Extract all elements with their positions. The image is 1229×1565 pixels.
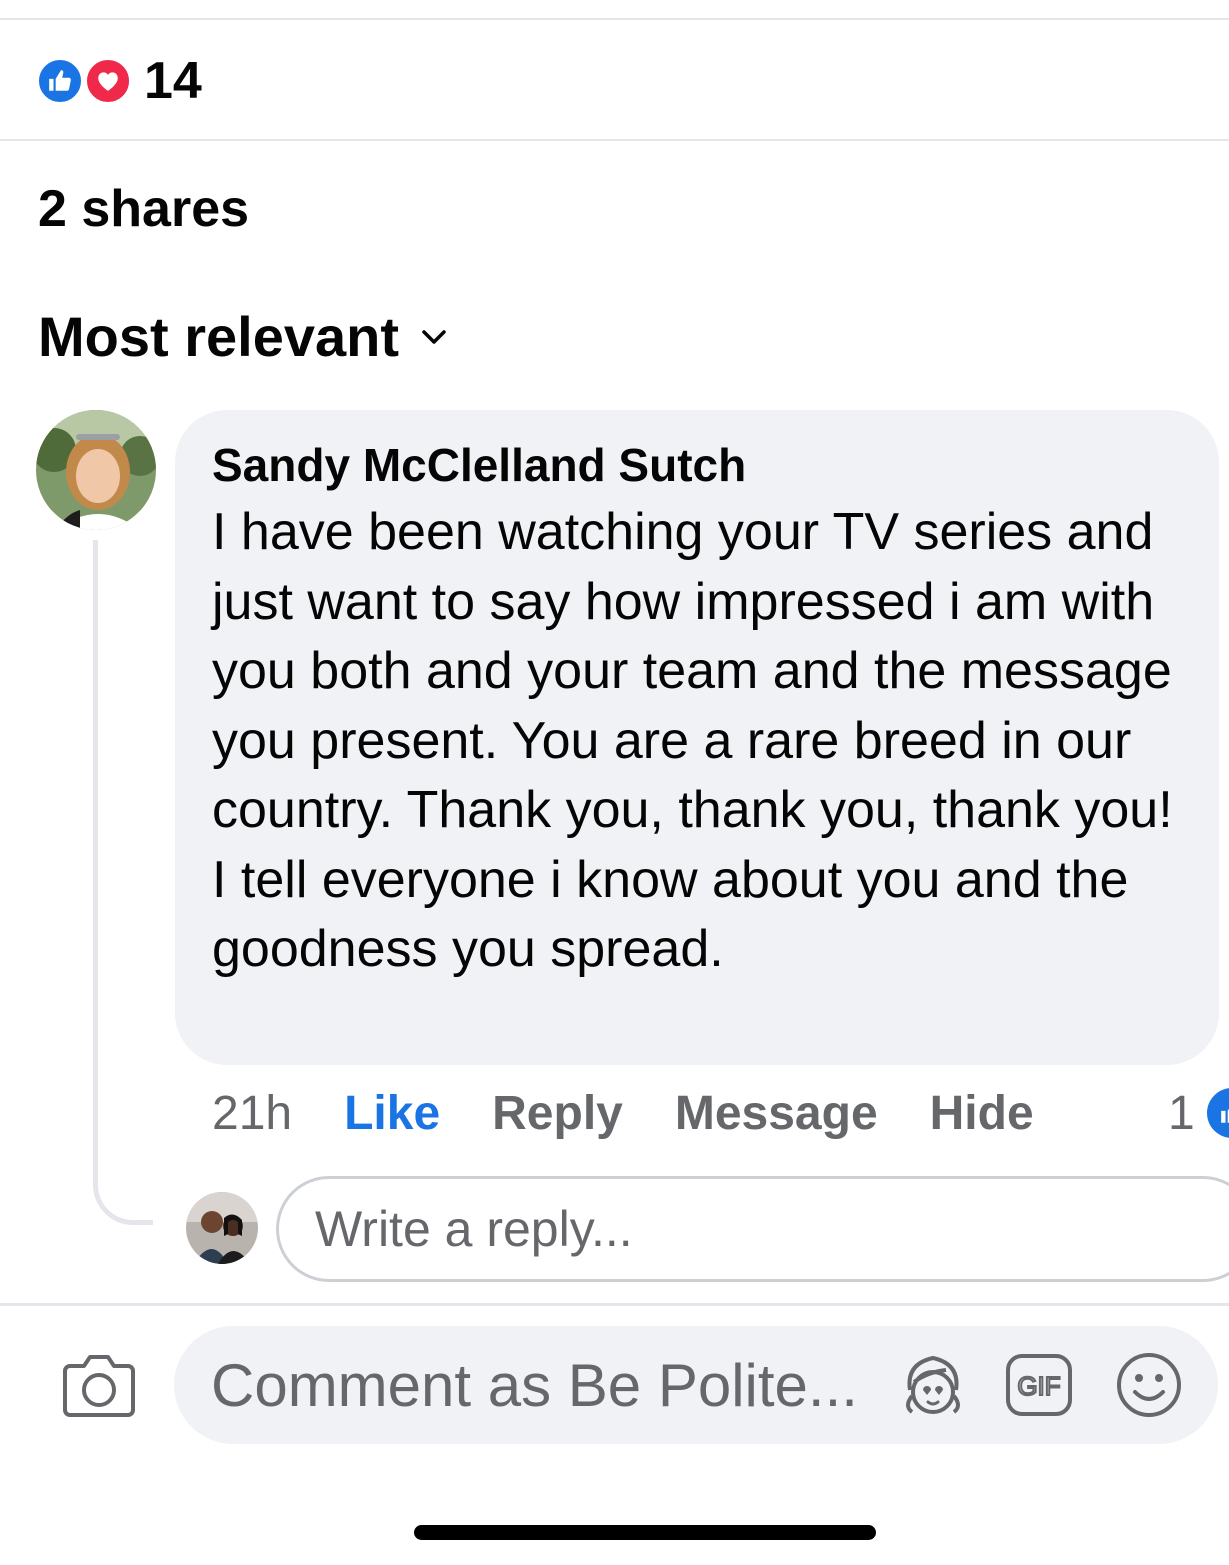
like-reaction-icon <box>36 57 84 105</box>
reactions-divider <box>0 139 1229 141</box>
comment-input[interactable] <box>211 1326 891 1444</box>
shares-count[interactable]: 2 shares <box>38 178 249 240</box>
comment-timestamp[interactable]: 21h <box>212 1086 292 1141</box>
comment-reaction-summary[interactable]: 1 <box>1168 1082 1229 1144</box>
message-button[interactable]: Message <box>675 1086 878 1141</box>
emoji-icon[interactable] <box>1114 1350 1184 1420</box>
like-reaction-icon <box>1206 1088 1229 1138</box>
comment-reaction-count: 1 <box>1168 1086 1195 1140</box>
composer-divider <box>0 1303 1229 1306</box>
sort-label: Most relevant <box>38 305 399 368</box>
reply-input[interactable] <box>279 1179 1229 1279</box>
top-divider <box>0 18 1229 20</box>
reaction-count: 14 <box>144 52 202 110</box>
home-indicator[interactable] <box>414 1525 876 1540</box>
current-user-avatar <box>186 1192 258 1264</box>
hide-button[interactable]: Hide <box>930 1086 1034 1141</box>
reply-field[interactable] <box>276 1176 1229 1282</box>
comment-text: I have been watching your TV series and … <box>212 503 1173 978</box>
love-reaction-icon <box>84 57 132 105</box>
camera-icon[interactable] <box>62 1352 136 1418</box>
chevron-down-icon <box>421 322 451 352</box>
comment-composer[interactable]: GIF <box>174 1326 1218 1444</box>
reply-button[interactable]: Reply <box>492 1086 623 1141</box>
commenter-avatar[interactable] <box>36 410 156 530</box>
gif-icon[interactable]: GIF <box>1004 1350 1074 1420</box>
thread-connector <box>93 540 153 1225</box>
gif-label: GIF <box>1017 1371 1060 1401</box>
comment-actions: 21h Like Reply Message Hide <box>212 1082 1034 1144</box>
sort-dropdown[interactable]: Most relevant <box>38 303 451 370</box>
reaction-summary[interactable]: 14 <box>36 54 202 108</box>
comments-screen: 14 2 shares Most relevant Sandy McClella… <box>0 0 1229 1565</box>
like-button[interactable]: Like <box>344 1086 440 1141</box>
avatar-sticker-icon[interactable] <box>898 1350 968 1420</box>
comment-bubble[interactable]: Sandy McClelland Sutch I have been watch… <box>175 410 1219 1065</box>
reaction-icons <box>36 54 134 108</box>
comment-author[interactable]: Sandy McClelland Sutch <box>212 436 1183 494</box>
